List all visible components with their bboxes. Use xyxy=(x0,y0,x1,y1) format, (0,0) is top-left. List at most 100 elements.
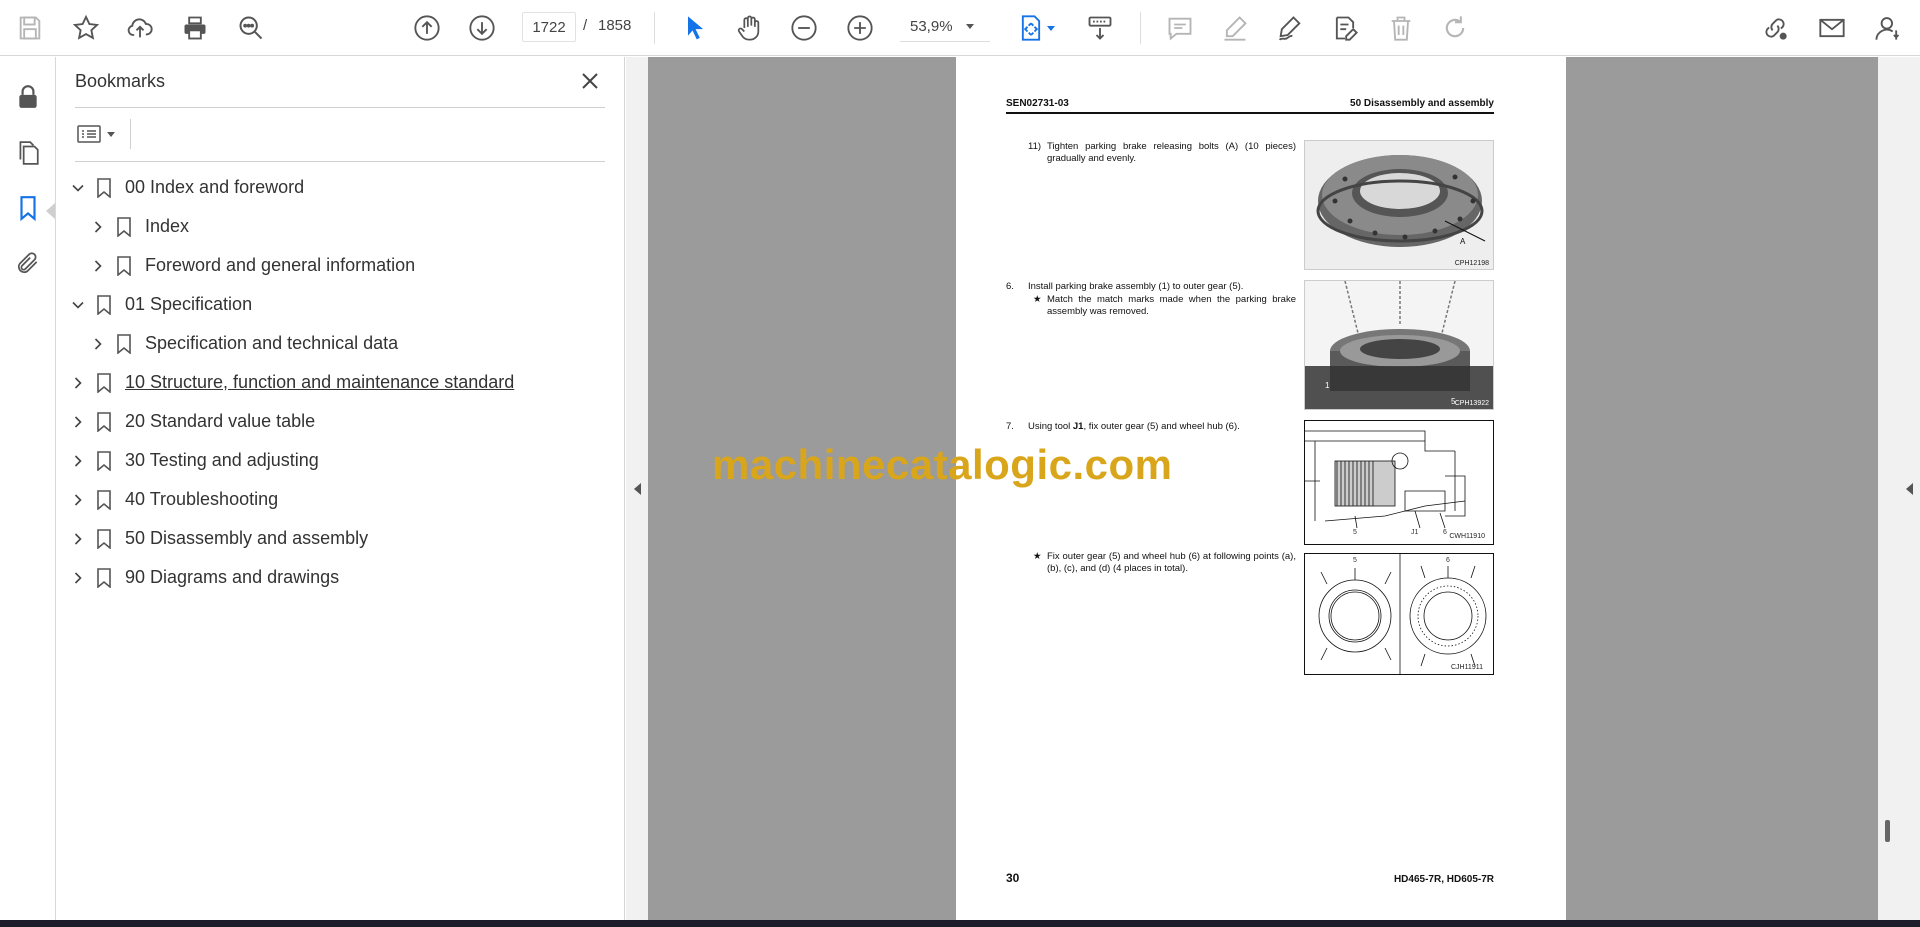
step-number: 6. xyxy=(1006,281,1014,292)
bookmark-item[interactable]: 10 Structure, function and maintenance s… xyxy=(56,363,625,402)
figure-callout: 6 xyxy=(1446,557,1450,564)
figure-brake-assembly: A CPH12198 xyxy=(1304,140,1494,270)
zoom-dropdown[interactable]: 53,9% xyxy=(900,12,990,42)
bookmark-item[interactable]: Specification and technical data xyxy=(56,324,625,363)
bookmark-tree: 00 Index and foreword Index Foreword and… xyxy=(56,168,625,597)
figure-callout: 6 xyxy=(1443,529,1447,536)
security-button[interactable] xyxy=(10,79,46,115)
chevron-right-icon[interactable] xyxy=(70,531,86,547)
mail-icon xyxy=(1819,18,1845,38)
highlight-button[interactable] xyxy=(1215,8,1255,48)
save-button[interactable] xyxy=(10,8,50,48)
account-button[interactable] xyxy=(1868,8,1908,48)
lock-icon xyxy=(19,85,37,108)
scroll-mode-icon xyxy=(1088,16,1112,40)
chevron-right-icon[interactable] xyxy=(70,570,86,586)
next-page-button[interactable] xyxy=(462,8,502,48)
divider xyxy=(75,161,605,162)
bookmark-label: 00 Index and foreword xyxy=(125,177,305,197)
bookmark-item[interactable]: Index xyxy=(56,207,625,246)
attachments-button[interactable] xyxy=(10,245,46,281)
bookmark-flag-icon xyxy=(95,489,113,511)
collapse-right-panel-button[interactable] xyxy=(1898,57,1920,920)
bookmark-label: Index xyxy=(145,216,190,236)
email-button[interactable] xyxy=(1812,8,1852,48)
chevron-down-icon[interactable] xyxy=(70,297,86,313)
zoom-out-button[interactable] xyxy=(784,8,824,48)
scrollbar-thumb[interactable] xyxy=(1885,820,1890,842)
divider xyxy=(75,107,605,108)
bookmarks-button[interactable] xyxy=(10,190,46,226)
figure-fixing-points: 5 6 CJH11911 xyxy=(1304,553,1494,675)
hand-tool-button[interactable] xyxy=(729,8,769,48)
redo-icon xyxy=(1445,16,1465,38)
figure-callout: 1 xyxy=(1325,381,1330,390)
chevron-right-icon[interactable] xyxy=(70,492,86,508)
bookmark-flag-icon xyxy=(95,372,113,394)
zoom-in-icon xyxy=(847,15,873,41)
chevron-right-icon[interactable] xyxy=(90,258,106,274)
page-footer-number: 30 xyxy=(1006,871,1020,885)
select-tool-button[interactable] xyxy=(675,8,715,48)
page-fit-button[interactable] xyxy=(1012,8,1060,48)
sign-button[interactable] xyxy=(1270,8,1310,48)
bookmark-item[interactable]: 20 Standard value table xyxy=(56,402,625,441)
bookmark-item[interactable]: 50 Disassembly and assembly xyxy=(56,519,625,558)
edit-pdf-button[interactable] xyxy=(1325,8,1365,48)
bookmark-label: 10 Structure, function and maintenance s… xyxy=(125,372,515,392)
chevron-right-icon[interactable] xyxy=(70,453,86,469)
bookmark-flag-icon xyxy=(95,567,113,589)
bookmark-flag-icon xyxy=(95,294,113,316)
step-text: Using tool J1, fix outer gear (5) and wh… xyxy=(1028,421,1298,433)
comment-button[interactable] xyxy=(1160,8,1200,48)
zoom-in-button[interactable] xyxy=(840,8,880,48)
bookmark-item[interactable]: 01 Specification xyxy=(56,285,625,324)
bookmark-flag-icon xyxy=(95,411,113,433)
bookmark-item[interactable]: 00 Index and foreword xyxy=(56,168,625,207)
step-number: 7. xyxy=(1006,421,1014,432)
vertical-scrollbar[interactable] xyxy=(1878,57,1898,920)
panel-title: Bookmarks xyxy=(75,71,166,91)
upload-button[interactable] xyxy=(120,8,160,48)
page-total: 1858 xyxy=(598,17,632,34)
page-number-input[interactable] xyxy=(522,12,576,42)
bookmark-item[interactable]: 30 Testing and adjusting xyxy=(56,441,625,480)
previous-page-button[interactable] xyxy=(407,8,447,48)
bookmark-item[interactable]: Foreword and general information xyxy=(56,246,625,285)
bookmark-flag-icon xyxy=(95,450,113,472)
find-button[interactable] xyxy=(231,8,271,48)
active-panel-pointer xyxy=(46,203,55,219)
bookmark-item[interactable]: 90 Diagrams and drawings xyxy=(56,558,625,597)
redo-button[interactable] xyxy=(1435,8,1475,48)
bookmark-options-button[interactable] xyxy=(75,119,125,149)
bookmark-label: 30 Testing and adjusting xyxy=(125,450,319,470)
chevron-right-icon[interactable] xyxy=(90,219,106,235)
triangle-left-icon xyxy=(633,482,641,495)
print-button[interactable] xyxy=(175,8,215,48)
list-options-icon xyxy=(77,125,101,143)
hand-icon xyxy=(737,15,760,41)
edit-doc-icon xyxy=(1335,16,1358,41)
page-fit-icon xyxy=(1021,15,1041,41)
toolbar-divider xyxy=(1140,12,1141,44)
page-separator: / xyxy=(583,17,588,34)
bookmark-star-button[interactable] xyxy=(66,8,106,48)
tool-reference: J1 xyxy=(1072,421,1084,432)
chevron-right-icon[interactable] xyxy=(90,336,106,352)
page-thumbnails-button[interactable] xyxy=(10,135,46,171)
step-number: 11) xyxy=(1028,141,1042,152)
star-icon: ★ xyxy=(1033,551,1042,562)
chevron-down-icon[interactable] xyxy=(70,180,86,196)
delete-button[interactable] xyxy=(1381,8,1421,48)
scroll-mode-button[interactable] xyxy=(1080,8,1120,48)
pages-icon xyxy=(19,141,39,165)
collapse-left-panel-button[interactable] xyxy=(626,57,648,920)
account-icon xyxy=(1875,17,1900,40)
chevron-right-icon[interactable] xyxy=(70,414,86,430)
bookmark-item[interactable]: 40 Troubleshooting xyxy=(56,480,625,519)
chevron-down-icon xyxy=(107,131,115,137)
close-panel-button[interactable] xyxy=(576,67,604,95)
share-link-button[interactable] xyxy=(1755,8,1795,48)
chevron-right-icon[interactable] xyxy=(70,375,86,391)
bookmark-flag-icon xyxy=(115,216,133,238)
